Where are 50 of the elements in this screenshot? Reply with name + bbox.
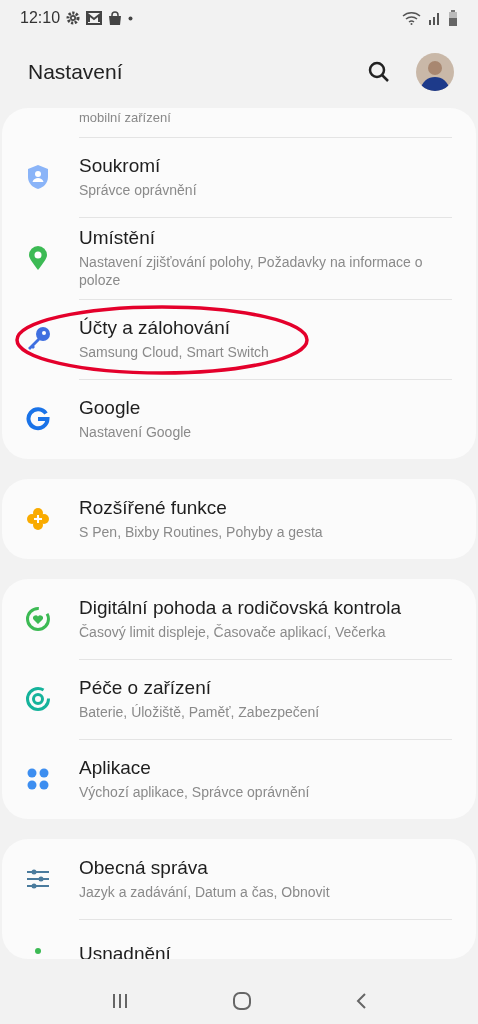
status-time: 12:10 — [20, 9, 61, 27]
signal-icon — [428, 11, 442, 25]
row-subtitle: mobilní zařízení — [79, 109, 171, 125]
settings-row[interactable]: Digitální pohoda a rodičovská kontrola Časový limit displeje, Časovače aplikací, Večerka — [2, 579, 476, 659]
settings-row[interactable]: Umístění Nastavení zjišťování polohy, Požadavky na informace o poloze — [2, 217, 476, 299]
gear-icon — [66, 11, 81, 25]
back-icon — [354, 992, 367, 1010]
mail-icon — [86, 11, 103, 25]
shield-icon — [26, 164, 49, 190]
row-subtitle: Nastavení zjišťování polohy, Požadavky na informace o poloze — [79, 253, 424, 289]
row-title: Péče o zařízení — [79, 677, 213, 699]
home-icon — [232, 991, 252, 1011]
row-subtitle: Správce oprávnění — [79, 181, 197, 199]
recent-apps-icon — [111, 993, 130, 1009]
heart-circle-icon — [24, 606, 51, 632]
settings-row[interactable]: Účty a zálohování Samsung Cloud, Smart Switch — [2, 299, 476, 379]
sliders-icon — [25, 869, 50, 889]
row-title: Google — [79, 397, 142, 419]
shopping-bag-icon — [108, 10, 123, 26]
row-title: Soukromí — [79, 155, 162, 177]
avatar[interactable] — [416, 53, 454, 91]
settings-row[interactable]: Aplikace Výchozí aplikace, Správce oprávnění — [2, 739, 476, 819]
row-subtitle: Výchozí aplikace, Správce oprávnění — [79, 783, 310, 801]
row-subtitle: Časový limit displeje, Časovače aplikací, Večerka — [79, 623, 387, 641]
page-title: Nastavení — [28, 60, 124, 84]
row-subtitle: Jazyk a zadávání, Datum a čas, Obnovit — [79, 883, 330, 901]
row-subtitle: Samsung Cloud, Smart Switch — [79, 343, 269, 361]
dot-icon — [128, 15, 134, 21]
settings-row[interactable]: Rozšířené funkce S Pen, Bixby Routines, Pohyby a gesta — [2, 479, 476, 559]
row-subtitle: Nastavení Google — [79, 423, 192, 441]
settings-row[interactable]: Soukromí Správce oprávnění — [2, 137, 476, 217]
row-subtitle: Baterie, Úložiště, Paměť, Zabezpečení — [79, 703, 320, 721]
settings-row[interactable]: Google Nastavení Google — [2, 379, 476, 459]
flower-icon — [25, 507, 50, 531]
row-title: Umístění — [79, 227, 157, 249]
battery-icon — [448, 10, 458, 26]
row-title: Účty a zálohování — [79, 317, 232, 339]
google-icon — [25, 407, 50, 431]
device-care-icon — [24, 686, 51, 712]
row-title: Aplikace — [79, 757, 152, 779]
settings-row[interactable]: Péče o zařízení Baterie, Úložiště, Paměť, Zabezpečení — [2, 659, 476, 739]
accessibility-icon — [33, 947, 42, 955]
row-title: Obecná správa — [79, 857, 209, 879]
row-subtitle: S Pen, Bixby Routines, Pohyby a gesta — [79, 523, 323, 541]
apps-icon — [25, 767, 50, 791]
location-pin-icon — [26, 245, 49, 271]
row-title: Rozšířené funkce — [79, 497, 228, 519]
wifi-icon — [402, 11, 422, 25]
settings-row[interactable]: Obecná správa Jazyk a zadávání, Datum a čas, Obnovit — [2, 839, 476, 919]
row-title: Digitální pohoda a rodičovská kontrola — [79, 597, 402, 619]
